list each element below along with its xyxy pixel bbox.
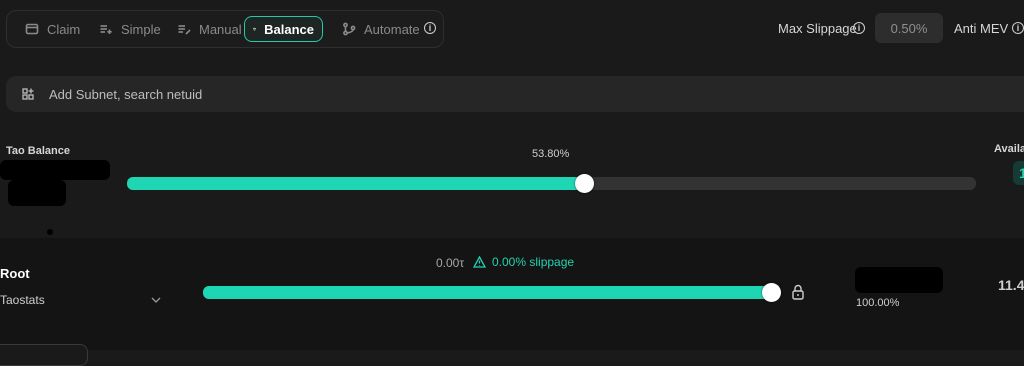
validator-select[interactable]: Taostats xyxy=(0,293,45,307)
grid-add-icon xyxy=(22,88,34,100)
tab-balance[interactable]: Balance xyxy=(244,16,323,42)
available-value: 1 xyxy=(1013,161,1024,185)
git-branch-icon xyxy=(343,22,356,36)
bottom-button[interactable] xyxy=(0,344,88,366)
root-allocation-slider-handle[interactable] xyxy=(762,283,781,302)
wallet-icon xyxy=(25,23,39,35)
tab-manual[interactable]: Manual xyxy=(169,16,250,42)
mode-tab-bar: Claim Simple Manual Balance Automate i xyxy=(6,10,444,48)
redacted-balance xyxy=(0,160,110,180)
tao-amount: 0.00τ xyxy=(436,256,465,270)
tab-simple[interactable]: Simple xyxy=(91,16,169,42)
dot-marker xyxy=(47,229,53,235)
redacted-amount xyxy=(855,267,943,293)
chevron-down-icon[interactable] xyxy=(151,297,161,303)
allocation-percent: 100.00% xyxy=(856,297,900,309)
list-plus-icon xyxy=(100,25,112,34)
tao-balance-label: Tao Balance xyxy=(6,145,70,157)
tab-label: Automate xyxy=(364,21,420,37)
tab-label: Manual xyxy=(199,21,242,37)
info-icon[interactable]: i xyxy=(853,22,865,34)
redacted-balance xyxy=(8,180,66,206)
tao-balance-slider-fill xyxy=(127,177,584,190)
list-edit-icon xyxy=(178,25,191,35)
tab-label: Balance xyxy=(264,21,314,37)
subnet-name: Root xyxy=(0,266,30,281)
scale-icon xyxy=(253,27,257,31)
info-icon[interactable]: i xyxy=(1012,22,1024,34)
max-slippage-input[interactable]: 0.50% xyxy=(875,13,943,43)
available-label: Availa xyxy=(994,143,1024,155)
max-slippage-label: Max Slippage xyxy=(778,21,857,36)
tao-balance-slider-handle[interactable] xyxy=(574,174,594,193)
tab-label: Claim xyxy=(47,21,81,37)
warning-triangle-icon xyxy=(473,256,486,268)
info-icon[interactable]: i xyxy=(424,22,436,34)
tao-balance-percent: 53.80% xyxy=(532,148,570,160)
tab-label: Simple xyxy=(121,21,161,37)
search-input[interactable] xyxy=(49,85,649,103)
lock-icon[interactable] xyxy=(791,284,805,300)
slippage-text: 0.00% slippage xyxy=(492,255,575,269)
subnet-value: 11.4 xyxy=(998,277,1024,293)
root-allocation-slider-fill xyxy=(203,286,771,299)
tab-automate[interactable]: Automate xyxy=(334,16,428,42)
slippage-indicator: 0.00% slippage xyxy=(473,255,574,269)
anti-mev-label: Anti MEV xyxy=(954,21,1009,36)
tab-claim[interactable]: Claim xyxy=(17,16,88,42)
